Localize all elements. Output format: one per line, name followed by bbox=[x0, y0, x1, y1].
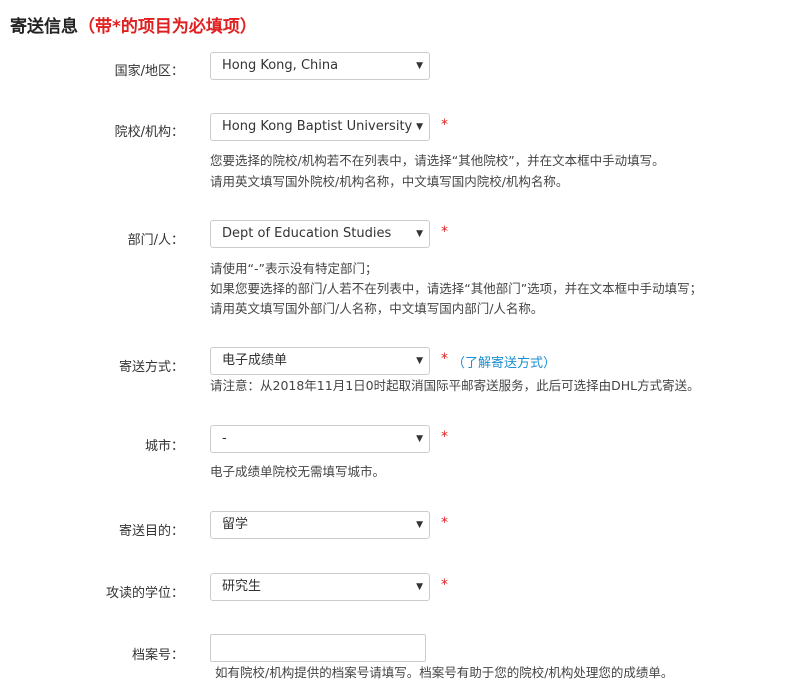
chevron-down-icon: ▼ bbox=[416, 356, 423, 366]
delivery-select-value: 电子成绩单 bbox=[222, 353, 288, 368]
institution-hint-1: 您要选择的院校/机构若不在列表中，请选择“其他院校”，并在文本框中手动填写。 bbox=[210, 153, 665, 168]
department-label: 部门/人： bbox=[127, 233, 184, 248]
required-star: * bbox=[441, 577, 448, 593]
delivery-select[interactable]: 电子成绩单 ▼ bbox=[210, 347, 430, 375]
chevron-down-icon: ▼ bbox=[416, 122, 423, 132]
degree-select-value: 研究生 bbox=[222, 579, 262, 594]
required-star: * bbox=[441, 351, 448, 367]
purpose-select-value: 留学 bbox=[222, 517, 249, 532]
country-select[interactable]: Hong Kong, China ▼ bbox=[210, 52, 430, 80]
file-number-label: 档案号： bbox=[131, 648, 184, 663]
city-select[interactable]: - ▼ bbox=[210, 425, 430, 453]
chevron-down-icon: ▼ bbox=[416, 434, 423, 444]
chevron-down-icon: ▼ bbox=[416, 229, 423, 239]
required-note: （带*的项目为必填项） bbox=[78, 17, 257, 37]
chevron-down-icon: ▼ bbox=[416, 582, 423, 592]
purpose-select[interactable]: 留学 ▼ bbox=[210, 511, 430, 539]
degree-select[interactable]: 研究生 ▼ bbox=[210, 573, 430, 601]
city-label: 城市： bbox=[144, 439, 184, 454]
institution-select[interactable]: Hong Kong Baptist University ▼ bbox=[210, 113, 430, 141]
country-label: 国家/地区： bbox=[114, 64, 184, 79]
department-hint-2: 如果您要选择的部门/人若不在列表中，请选择“其他部门”选项，并在文本框中手动填写… bbox=[210, 281, 703, 296]
city-hint: 电子成绩单院校无需填写城市。 bbox=[210, 464, 386, 479]
chevron-down-icon: ▼ bbox=[416, 520, 423, 530]
required-star: * bbox=[441, 224, 448, 240]
country-select-value: Hong Kong, China bbox=[222, 58, 339, 73]
file-number-input[interactable] bbox=[210, 634, 426, 662]
required-star: * bbox=[441, 515, 448, 531]
department-hint-3: 请用英文填写国外部门/人名称，中文填写国内部门/人名称。 bbox=[210, 301, 544, 316]
department-select[interactable]: Dept of Education Studies ▼ bbox=[210, 220, 430, 248]
city-select-value: - bbox=[222, 431, 227, 446]
required-star: * bbox=[441, 429, 448, 445]
department-hint-1: 请使用“-”表示没有特定部门； bbox=[210, 261, 378, 276]
degree-label: 攻读的学位： bbox=[105, 586, 184, 601]
delivery-info-link[interactable]: （了解寄送方式） bbox=[452, 352, 556, 371]
delivery-hint: 请注意：从2018年11月1日0时起取消国际平邮寄送服务，此后可选择由DHL方式… bbox=[210, 378, 700, 393]
institution-hint-2: 请用英文填写国外院校/机构名称，中文填写国内院校/机构名称。 bbox=[210, 174, 569, 189]
chevron-down-icon: ▼ bbox=[416, 61, 423, 71]
department-select-value: Dept of Education Studies bbox=[222, 226, 392, 241]
institution-label: 院校/机构： bbox=[114, 125, 184, 140]
section-title: 寄送信息（带*的项目为必填项） bbox=[10, 12, 257, 37]
file-number-hint: 如有院校/机构提供的档案号请填写。档案号有助于您的院校/机构处理您的成绩单。 bbox=[215, 665, 674, 680]
purpose-label: 寄送目的： bbox=[118, 524, 184, 539]
institution-select-value: Hong Kong Baptist University bbox=[222, 119, 413, 134]
section-title-text: 寄送信息 bbox=[10, 17, 78, 37]
required-star: * bbox=[441, 117, 448, 133]
delivery-label: 寄送方式： bbox=[118, 360, 184, 375]
